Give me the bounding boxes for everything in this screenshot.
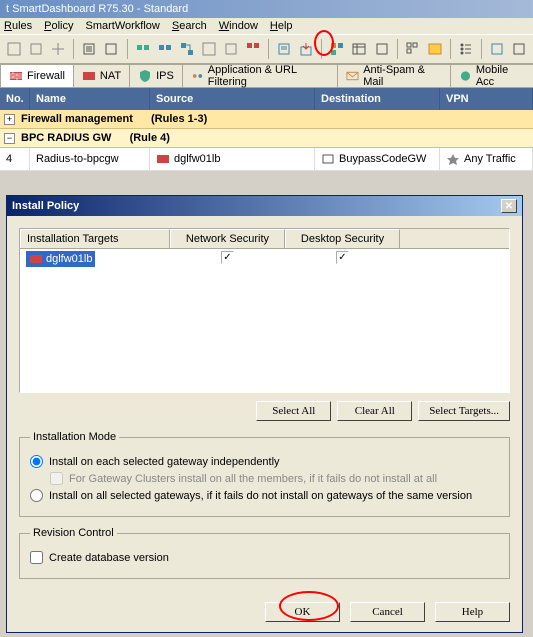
install-policy-icon[interactable] bbox=[296, 38, 316, 60]
chk-network[interactable]: ✓ bbox=[221, 251, 234, 264]
expand-icon[interactable]: + bbox=[4, 114, 15, 125]
install-policy-dialog: Install Policy ✕ Installation Targets Ne… bbox=[6, 195, 523, 633]
collapse-icon[interactable]: − bbox=[4, 133, 15, 144]
th-desktop[interactable]: Desktop Security bbox=[285, 229, 400, 248]
tb-icon-12[interactable] bbox=[274, 38, 294, 60]
tb-icon-9[interactable] bbox=[199, 38, 219, 60]
menu-rules[interactable]: Rules bbox=[4, 20, 32, 32]
menu-bar: Rules Policy SmartWorkflow Search Window… bbox=[0, 18, 533, 34]
tb-icon-10[interactable] bbox=[221, 38, 241, 60]
tb-icon-19[interactable] bbox=[456, 38, 476, 60]
tab-ips[interactable]: IPS bbox=[129, 64, 183, 87]
tb-icon-2[interactable] bbox=[26, 38, 46, 60]
col-no[interactable]: No. bbox=[0, 88, 30, 110]
target-row[interactable]: dglfw01lb ✓ ✓ bbox=[20, 249, 509, 271]
rule-name: Radius-to-bpcgw bbox=[30, 148, 150, 171]
th-network[interactable]: Network Security bbox=[170, 229, 285, 248]
chk-create-db[interactable] bbox=[30, 551, 43, 564]
tab-antispam[interactable]: Anti-Spam & Mail bbox=[337, 64, 451, 87]
tab-mobile[interactable]: Mobile Acc bbox=[450, 64, 533, 87]
tb-icon-14[interactable] bbox=[327, 38, 347, 60]
select-all-button[interactable]: Select All bbox=[256, 401, 331, 421]
menu-workflow[interactable]: SmartWorkflow bbox=[86, 20, 160, 32]
rule-no: 4 bbox=[0, 148, 30, 171]
th-targets[interactable]: Installation Targets bbox=[20, 229, 170, 248]
tb-icon-16[interactable] bbox=[372, 38, 392, 60]
menu-search[interactable]: Search bbox=[172, 20, 207, 32]
rule-source: dglfw01lb bbox=[150, 148, 315, 171]
chk-desktop[interactable]: ✓ bbox=[336, 251, 349, 264]
tab-firewall[interactable]: Firewall bbox=[0, 64, 74, 87]
dialog-titlebar[interactable]: Install Policy ✕ bbox=[7, 196, 522, 216]
tb-icon-8[interactable] bbox=[177, 38, 197, 60]
installation-mode-fieldset: Installation Mode Install on each select… bbox=[19, 431, 510, 517]
targets-list: Installation Targets Network Security De… bbox=[19, 228, 510, 393]
help-button[interactable]: Help bbox=[435, 602, 510, 622]
tb-icon-6[interactable] bbox=[132, 38, 152, 60]
menu-window[interactable]: Window bbox=[219, 20, 258, 32]
tb-icon-4[interactable] bbox=[79, 38, 99, 60]
section-bpc-radius[interactable]: − BPC RADIUS GW (Rule 4) bbox=[0, 129, 533, 148]
tb-icon-18[interactable] bbox=[425, 38, 445, 60]
ok-button[interactable]: OK bbox=[265, 602, 340, 622]
col-source[interactable]: Source bbox=[150, 88, 315, 110]
radio-all-gateways[interactable] bbox=[30, 489, 43, 502]
radio-independent[interactable] bbox=[30, 455, 43, 468]
cancel-button[interactable]: Cancel bbox=[350, 602, 425, 622]
toolbar bbox=[0, 34, 533, 64]
rule-row-4[interactable]: 4 Radius-to-bpcgw dglfw01lb BuypassCodeG… bbox=[0, 148, 533, 171]
tb-icon-5[interactable] bbox=[101, 38, 121, 60]
rule-vpn: Any Traffic bbox=[440, 148, 533, 171]
col-destination[interactable]: Destination bbox=[315, 88, 440, 110]
window-titlebar: t SmartDashboard R75.30 - Standard bbox=[0, 0, 533, 18]
chk-cluster bbox=[50, 472, 63, 485]
tb-icon-1[interactable] bbox=[4, 38, 24, 60]
revision-control-fieldset: Revision Control Create database version bbox=[19, 527, 510, 579]
select-targets-button[interactable]: Select Targets... bbox=[418, 401, 510, 421]
feature-tabs: Firewall NAT IPS Application & URL Filte… bbox=[0, 64, 533, 88]
tb-icon-17[interactable] bbox=[403, 38, 423, 60]
tb-icon-20[interactable] bbox=[487, 38, 507, 60]
tab-nat[interactable]: NAT bbox=[73, 64, 130, 87]
tb-icon-21[interactable] bbox=[509, 38, 529, 60]
rule-dest: BuypassCodeGW bbox=[315, 148, 440, 171]
menu-help[interactable]: Help bbox=[270, 20, 293, 32]
tb-icon-11[interactable] bbox=[243, 38, 263, 60]
tb-icon-3[interactable] bbox=[48, 38, 68, 60]
rules-grid: No. Name Source Destination VPN + Firewa… bbox=[0, 88, 533, 171]
close-icon[interactable]: ✕ bbox=[501, 199, 517, 213]
tb-icon-7[interactable] bbox=[155, 38, 175, 60]
clear-all-button[interactable]: Clear All bbox=[337, 401, 412, 421]
tab-appurl[interactable]: Application & URL Filtering bbox=[182, 64, 338, 87]
menu-policy[interactable]: Policy bbox=[44, 20, 73, 32]
col-name[interactable]: Name bbox=[30, 88, 150, 110]
col-vpn[interactable]: VPN bbox=[440, 88, 533, 110]
tb-icon-15[interactable] bbox=[349, 38, 369, 60]
section-firewall-mgmt[interactable]: + Firewall management (Rules 1-3) bbox=[0, 110, 533, 129]
